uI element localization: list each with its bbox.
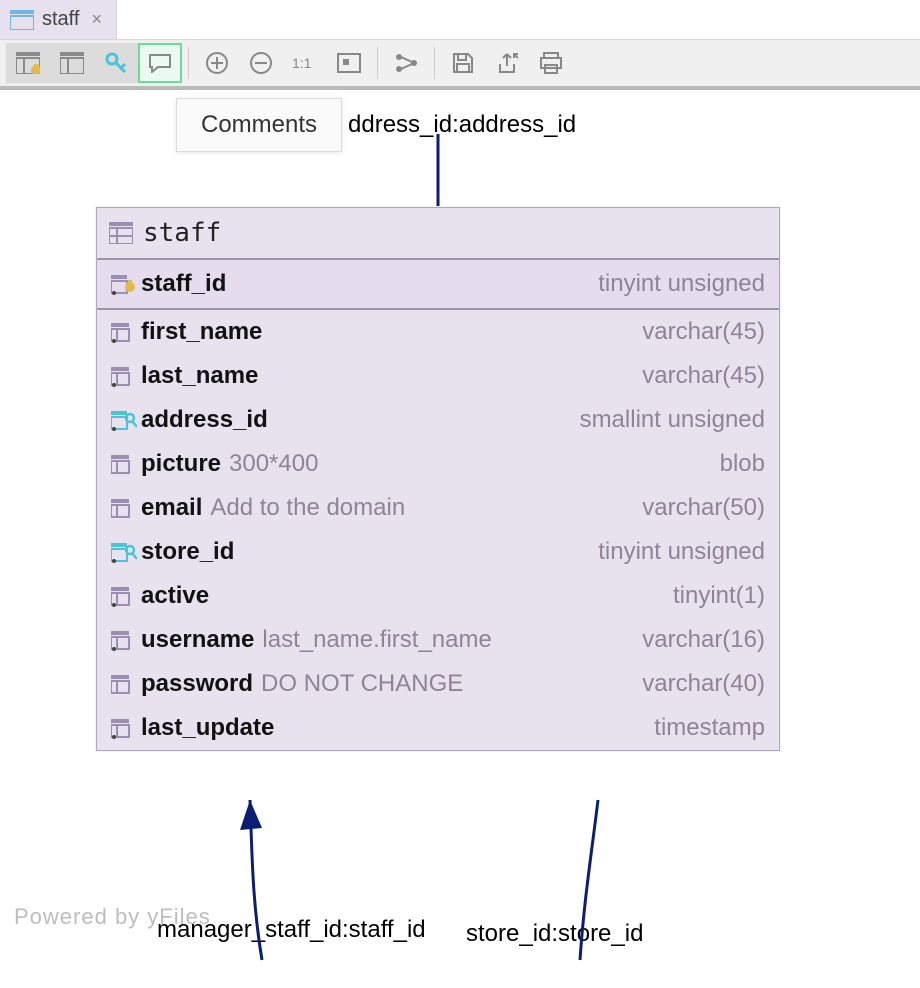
column-comment: DO NOT CHANGE [261,670,463,698]
tab-bar: staff × [0,0,920,40]
comments-tooltip: Comments [176,98,342,152]
toolbar-separator [434,47,435,79]
column-row[interactable]: last_name varchar(45) [97,354,779,398]
entity-title: staff [143,218,221,248]
pk-name: staff_id [141,270,226,298]
column-name: last_name [141,362,258,390]
column-type: timestamp [654,714,765,742]
column-icon [111,453,141,475]
entity-staff[interactable]: staff staff_id tinyint unsigned first_na… [96,207,780,751]
column-name: password [141,670,253,698]
column-row[interactable]: address_id smallint unsigned [97,398,779,442]
pk-type: tinyint unsigned [598,270,765,298]
column-type: blob [720,450,765,478]
zoom-out-button[interactable] [239,43,283,83]
print-button[interactable] [529,43,573,83]
column-type: tinyint(1) [673,582,765,610]
entity-header: staff [97,208,779,260]
column-row[interactable]: password DO NOT CHANGE varchar(40) [97,662,779,706]
column-name: store_id [141,538,234,566]
toolbar-separator [188,47,189,79]
column-name: email [141,494,202,522]
column-type: varchar(16) [642,626,765,654]
column-name: address_id [141,406,268,434]
column-icon [111,717,141,739]
column-icon [111,629,141,651]
column-name: picture [141,450,221,478]
column-name: last_update [141,714,274,742]
column-list: first_name varchar(45) last_name varchar(45… [97,310,779,750]
column-name: active [141,582,209,610]
column-type: varchar(45) [642,318,765,346]
column-comment: last_name.first_name [262,626,491,654]
column-row[interactable]: email Add to the domain varchar(50) [97,486,779,530]
column-type: smallint unsigned [580,406,765,434]
zoom-in-button[interactable] [195,43,239,83]
column-icon [111,321,141,343]
save-button[interactable] [441,43,485,83]
toolbar: 1:1 [0,40,920,90]
column-icon [111,409,141,431]
close-tab-button[interactable]: × [87,9,106,30]
column-type: varchar(45) [642,362,765,390]
column-row[interactable]: username last_name.first_name varchar(16) [97,618,779,662]
column-type: tinyint unsigned [598,538,765,566]
show-tables-button[interactable] [50,43,94,83]
svg-text:1:1: 1:1 [292,55,312,71]
column-row[interactable]: active tinyint(1) [97,574,779,618]
column-name: username [141,626,254,654]
table-icon [109,222,133,244]
relation-label-bottom-left: manager_staff_id:staff_id [157,916,426,944]
column-icon [111,497,141,519]
diagram-tab[interactable]: staff × [0,0,117,39]
column-row[interactable]: last_update timestamp [97,706,779,750]
fit-content-button[interactable] [327,43,371,83]
column-icon [111,673,141,695]
toolbar-separator [377,47,378,79]
diagram-canvas[interactable]: Powered by yFiles ddress_id:address_id m… [0,94,920,988]
column-type: varchar(50) [642,494,765,522]
column-row[interactable]: first_name varchar(45) [97,310,779,354]
zoom-reset-button[interactable]: 1:1 [283,43,327,83]
column-comment: Add to the domain [210,494,405,522]
column-comment: 300*400 [229,450,318,478]
diagram-icon [10,10,34,30]
primary-key-row[interactable]: staff_id tinyint unsigned [97,260,779,310]
column-icon [111,585,141,607]
export-button[interactable] [485,43,529,83]
show-keys-button[interactable] [94,43,138,83]
relation-label-bottom-right: store_id:store_id [466,920,643,948]
column-type: varchar(40) [642,670,765,698]
show-columns-button[interactable] [6,43,50,83]
column-row[interactable]: store_id tinyint unsigned [97,530,779,574]
column-name: first_name [141,318,262,346]
column-icon [111,365,141,387]
show-comments-button[interactable] [138,43,182,83]
pk-icon [111,273,141,295]
relation-label-top: ddress_id:address_id [348,111,576,139]
column-row[interactable]: picture 300*400 blob [97,442,779,486]
layout-button[interactable] [384,43,428,83]
tab-label: staff [42,8,79,31]
column-icon [111,541,141,563]
